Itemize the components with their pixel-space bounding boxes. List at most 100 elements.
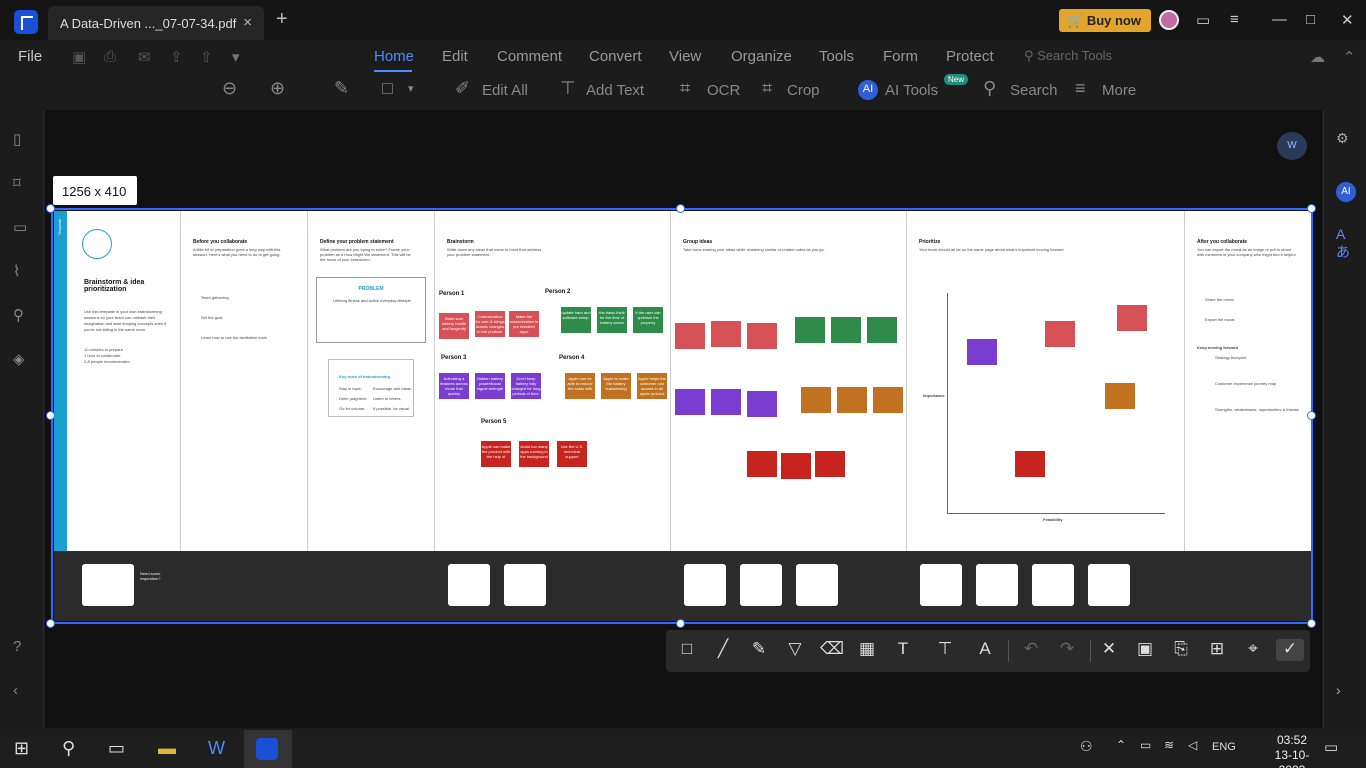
zoom-in-icon[interactable]: ⊕ [270,78,294,102]
ai-tools-icon[interactable]: AI [858,80,878,100]
tab-comment[interactable]: Comment [497,48,562,65]
mosaic-tool-icon[interactable]: ▦ [856,639,878,661]
crop-icon[interactable]: ⌗ [762,78,786,102]
pages-icon[interactable]: ▯ [13,130,31,148]
line-tool-icon[interactable]: ╱ [712,639,734,661]
shape-icon[interactable]: □ [382,78,406,102]
edit-all-button[interactable]: Edit All [482,82,528,99]
close-tab-icon[interactable]: × [243,14,252,31]
upload-icon[interactable]: ⇪ [170,48,183,66]
ocr-button[interactable]: OCR [707,82,740,99]
resize-handle[interactable] [1307,619,1316,628]
properties-icon[interactable]: ⚙ [1336,130,1356,150]
translate-icon[interactable]: Aあ [1336,226,1356,260]
share-icon[interactable]: ⇧ [200,48,213,66]
resize-handle[interactable] [46,411,55,420]
collapse-right-icon[interactable]: › [1336,682,1356,702]
dropdown-icon[interactable]: ▾ [232,48,240,66]
comment-icon[interactable]: ▭ [13,218,31,236]
message-icon[interactable]: ▭ [1196,11,1210,29]
resize-handle[interactable] [676,204,685,213]
pin-icon[interactable]: ⌖ [1242,639,1264,661]
notifications-icon[interactable]: ▭ [1324,738,1338,756]
highlighter-tool-icon[interactable]: ▽ [784,639,806,661]
file-menu[interactable]: File [18,48,42,65]
tab-organize[interactable]: Organize [731,48,792,65]
save-screenshot-icon[interactable]: ▣ [1134,639,1156,661]
bookmark-icon[interactable]: ⌑ [13,174,31,192]
mail-icon[interactable]: ✉ [138,48,151,66]
resize-handle[interactable] [1307,411,1316,420]
avatar[interactable] [1159,10,1179,30]
new-document-icon[interactable]: ⊞ [1206,639,1228,661]
tab-tools[interactable]: Tools [819,48,854,65]
search-button[interactable]: Search [1010,82,1058,99]
more-button[interactable]: More [1102,82,1136,99]
layers-icon[interactable]: ◈ [13,350,31,368]
language-indicator[interactable]: ENG [1212,741,1236,753]
file-explorer-icon[interactable]: ▬ [158,738,176,759]
ai-tools-button[interactable]: AI Tools [885,82,938,99]
selection-box[interactable] [51,208,1313,624]
help-icon[interactable]: ? [13,638,31,656]
cancel-icon[interactable]: ✕ [1098,639,1120,661]
document-tab[interactable]: A Data-Driven ..._07-07-34.pdf × [48,6,264,40]
tab-home[interactable]: Home [374,48,414,65]
tab-view[interactable]: View [669,48,701,65]
tab-protect[interactable]: Protect [946,48,994,65]
collapse-icon[interactable]: ⌃ [1343,48,1356,66]
word-icon[interactable]: W [208,738,225,759]
text-tool-icon[interactable]: T [892,639,914,661]
user-icon[interactable]: ⚇ [1080,738,1093,755]
network-icon[interactable]: ▭ [1140,738,1151,752]
search-tools-input[interactable]: ⚲ Search Tools [1024,48,1112,64]
attachment-icon[interactable]: ⌇ [13,262,31,280]
more-icon[interactable]: ≡ [1075,78,1099,102]
tab-form[interactable]: Form [883,48,918,65]
search-icon[interactable]: ⚲ [983,78,1007,102]
new-tab-icon[interactable]: + [276,8,288,31]
cloud-upload-icon[interactable]: ☁ [1310,48,1325,66]
ocr-tool-icon[interactable]: ⊤ [934,639,956,661]
task-view-icon[interactable]: ▭ [108,738,125,759]
search-panel-icon[interactable]: ⚲ [13,306,31,324]
add-text-icon[interactable]: ⊤ [560,78,584,102]
pen-tool-icon[interactable]: ✎ [748,639,770,661]
search-taskbar-icon[interactable]: ⚲ [62,738,75,759]
tray-chevron-icon[interactable]: ⌃ [1116,738,1126,752]
resize-handle[interactable] [46,619,55,628]
confirm-icon[interactable]: ✓ [1276,639,1304,661]
rectangle-tool-icon[interactable]: □ [676,639,698,661]
zoom-out-icon[interactable]: ⊖ [222,78,246,102]
resize-handle[interactable] [1307,204,1316,213]
wifi-icon[interactable]: ≋ [1164,738,1174,752]
ai-assistant-icon[interactable]: AI [1336,182,1356,202]
clock[interactable]: 03:5213-10-2023 [1264,733,1320,768]
close-window-icon[interactable]: ✕ [1341,11,1354,29]
buy-now-button[interactable]: 🛒 Buy now [1059,9,1151,32]
volume-icon[interactable]: ◁ [1188,738,1197,752]
resize-handle[interactable] [46,204,55,213]
save-icon[interactable]: ▣ [72,48,86,66]
word-convert-icon[interactable]: W [1277,132,1307,160]
tab-convert[interactable]: Convert [589,48,642,65]
ocr-icon[interactable]: ⌗ [680,78,704,102]
highlight-icon[interactable]: ✎ [334,78,358,102]
resize-handle[interactable] [676,619,685,628]
translate-tool-icon[interactable]: A [974,639,996,661]
tab-edit[interactable]: Edit [442,48,468,65]
crop-button[interactable]: Crop [787,82,820,99]
edit-all-icon[interactable]: ✐ [455,78,479,102]
copy-icon[interactable]: ⎘ [1170,639,1192,661]
redo-icon[interactable]: ↷ [1056,639,1078,661]
maximize-icon[interactable]: □ [1306,11,1315,28]
windows-start-icon[interactable]: ⊞ [14,738,29,759]
eraser-tool-icon[interactable]: ⌫ [820,639,844,661]
collapse-left-icon[interactable]: ‹ [13,682,31,700]
add-text-button[interactable]: Add Text [586,82,644,99]
print-icon[interactable]: ⎙ [104,48,116,65]
menu-icon[interactable]: ≡ [1230,11,1239,28]
pdf-editor-icon[interactable] [256,738,278,760]
undo-icon[interactable]: ↶ [1020,639,1042,661]
shape-dropdown-icon[interactable]: ▾ [408,82,414,95]
